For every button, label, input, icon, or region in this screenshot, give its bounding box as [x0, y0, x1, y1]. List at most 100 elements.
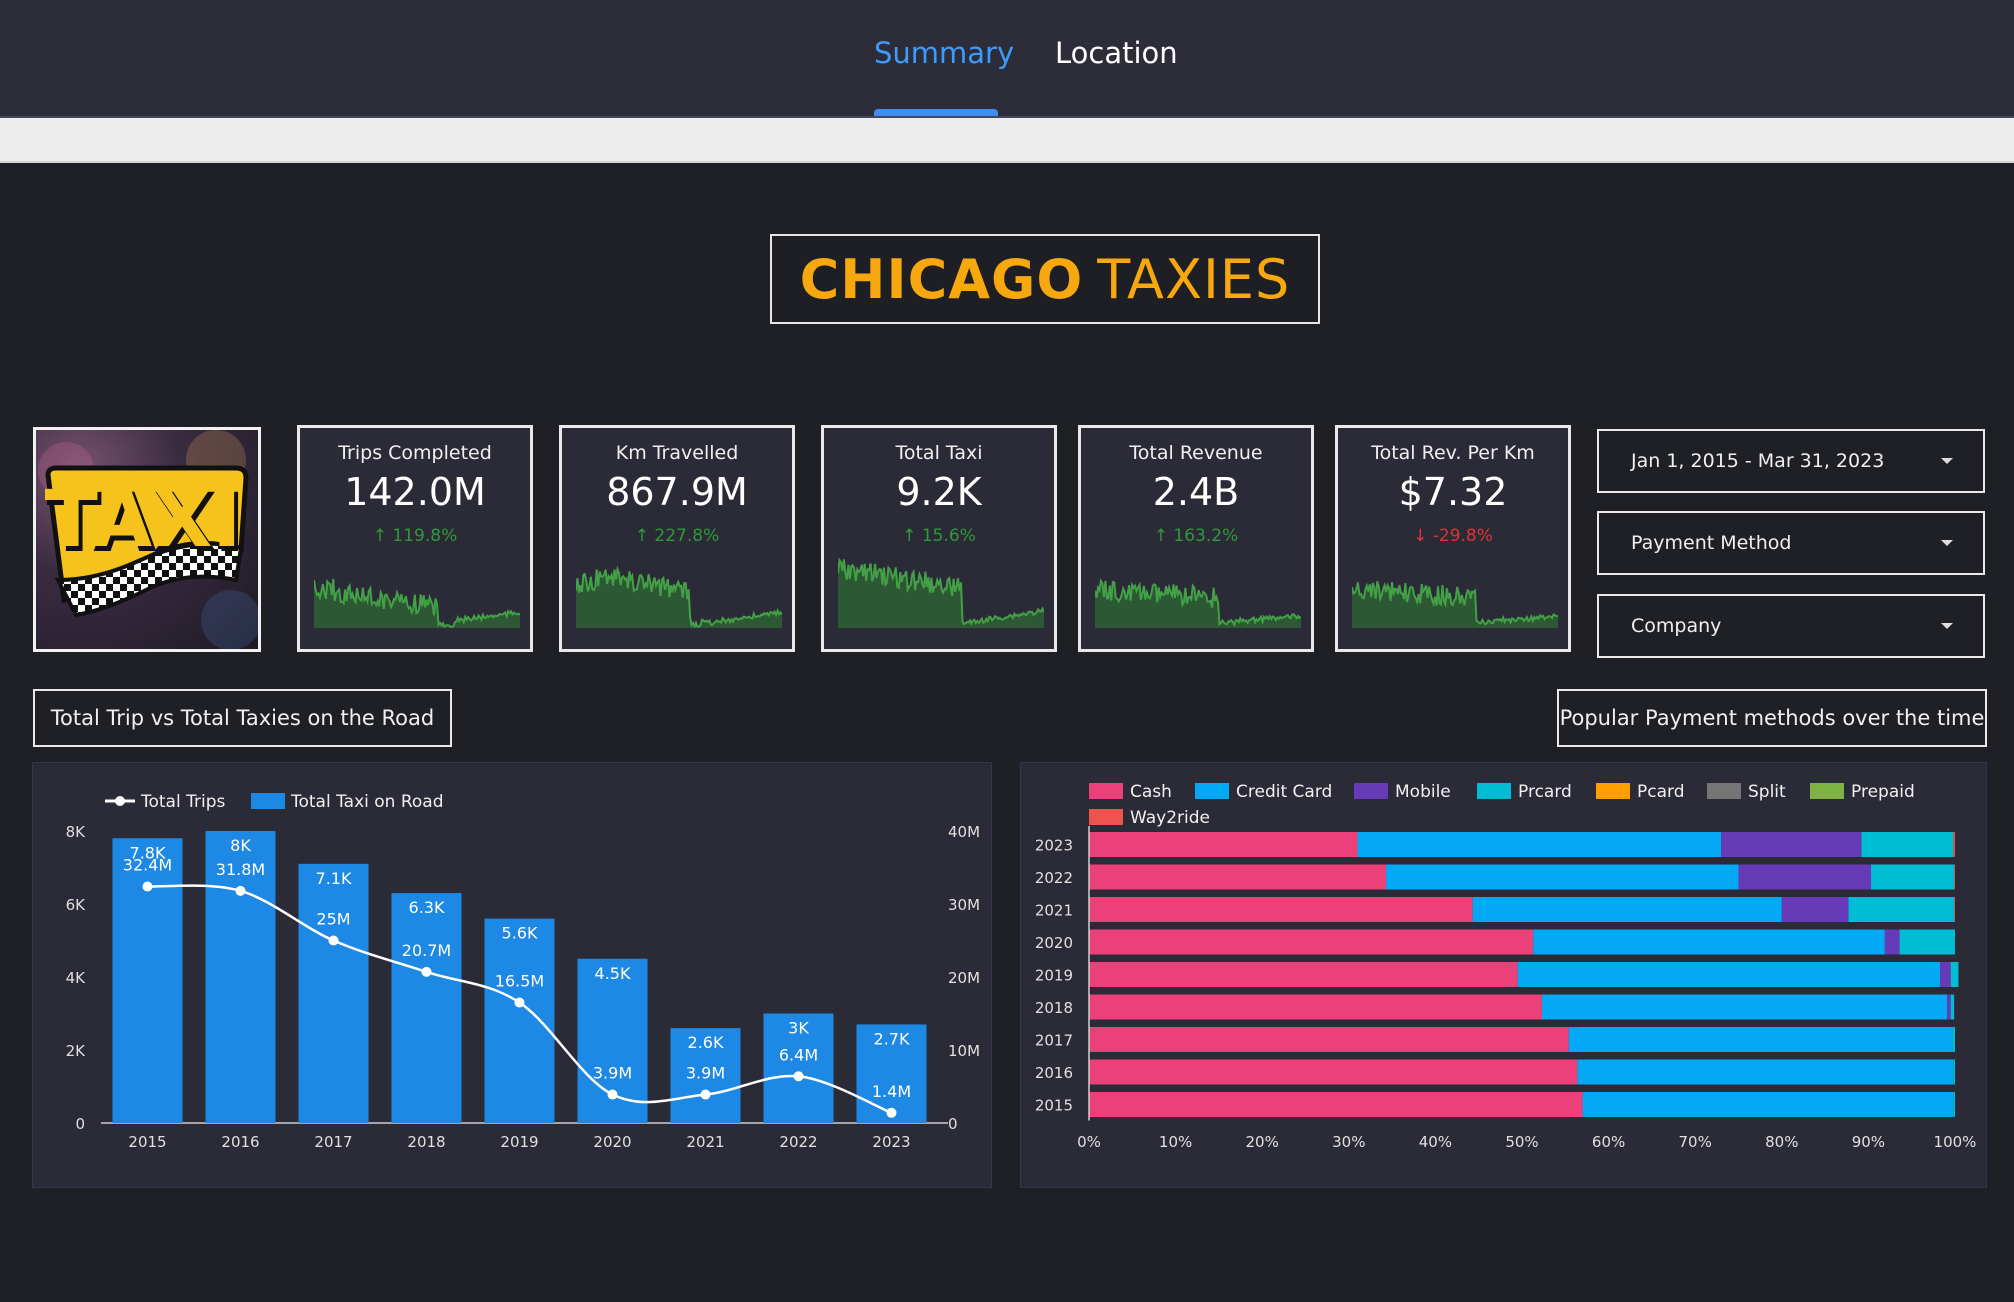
tab-summary[interactable]: Summary — [874, 30, 1014, 76]
x-tick-label: 40% — [1419, 1133, 1452, 1151]
segment-credit card-2016 — [1577, 1059, 1954, 1085]
y-left-tick-label: 2K — [66, 1042, 87, 1060]
kpi-sparkline — [314, 578, 520, 628]
kpi-change: ↓ -29.8% — [1413, 526, 1493, 546]
kpi-change: ↑ 15.6% — [902, 526, 976, 546]
kpi-value: 867.9M — [606, 470, 748, 514]
y-right-tick-label: 10M — [948, 1042, 980, 1060]
kpi-total-revenue: Total Revenue 2.4B ↑ 163.2% — [1078, 425, 1314, 652]
y-right-tick-label: 40M — [948, 823, 980, 841]
left-chart-title: Total Trip vs Total Taxies on the Road — [33, 689, 452, 747]
segment-prcard-2015 — [1953, 1092, 1955, 1117]
company-dropdown[interactable]: Company — [1597, 594, 1985, 658]
kpi-sparkline — [576, 565, 782, 628]
segment-way2ride-2023 — [1953, 832, 1955, 857]
x-tick-label: 2015 — [128, 1133, 166, 1151]
y-left-tick-label: 0 — [75, 1115, 85, 1133]
arrow-up-icon: ↑ — [634, 526, 655, 546]
legend-swatch-mobile — [1354, 783, 1388, 799]
y-tick-label: 2021 — [1035, 902, 1073, 920]
y-tick-label: 2020 — [1035, 934, 1073, 952]
segment-cash-2020 — [1089, 929, 1534, 955]
line-data-label: 6.4M — [779, 1045, 818, 1064]
line-data-label: 25M — [316, 910, 350, 929]
segment-mobile-2019 — [1940, 962, 1951, 987]
y-left-tick-label: 8K — [66, 823, 87, 841]
segment-prcard-2021 — [1848, 897, 1955, 922]
x-tick-label: 50% — [1505, 1133, 1538, 1151]
x-tick-label: 60% — [1592, 1133, 1625, 1151]
legend-label-pcard: Pcard — [1637, 782, 1685, 802]
segment-way2ride-2022 — [1954, 864, 1955, 890]
kpi-trips-completed: Trips Completed 142.0M ↑ 119.8% — [297, 425, 533, 652]
line-data-label: 3.9M — [593, 1064, 632, 1083]
kpi-total-taxi: Total Taxi 9.2K ↑ 15.6% — [821, 425, 1057, 652]
x-tick-label: 2016 — [221, 1133, 259, 1151]
segment-cash-2021 — [1089, 897, 1473, 922]
tab-location[interactable]: Location — [1055, 30, 1178, 76]
toolbar-strip — [0, 118, 2014, 163]
kpi-change: ↑ 227.8% — [634, 526, 720, 546]
kpi-sparkline — [838, 558, 1044, 628]
segment-credit card-2022 — [1386, 864, 1739, 890]
line-point-2020 — [607, 1089, 618, 1100]
segment-prcard-2016 — [1953, 1059, 1955, 1085]
sparkline-area — [314, 579, 520, 628]
kpi-value: 9.2K — [896, 470, 982, 514]
segment-mobile-2020 — [1884, 929, 1900, 955]
trips-vs-taxis-chart-panel: Total Trips Total Taxi on Road 0 2K 4K 6K 8K 0 1… — [32, 762, 992, 1188]
line-data-label: 32.4M — [123, 855, 172, 874]
bar-taxis-2019 — [484, 918, 555, 1123]
legend-swatch-pcard — [1596, 783, 1630, 799]
date-range-value: Jan 1, 2015 - Mar 31, 2023 — [1631, 450, 1885, 472]
y-tick-label: 2015 — [1035, 1097, 1073, 1115]
segment-cash-2016 — [1089, 1059, 1578, 1085]
legend-label-split: Split — [1748, 782, 1786, 802]
date-range-dropdown[interactable]: Jan 1, 2015 - Mar 31, 2023 — [1597, 429, 1985, 493]
legend-swatch-split — [1707, 783, 1741, 799]
x-tick-label: 90% — [1852, 1133, 1885, 1151]
line-point-2021 — [700, 1089, 711, 1100]
legend-swatch-cash — [1089, 783, 1123, 799]
kpi-rev-per-km: Total Rev. Per Km $7.32 ↓ -29.8% — [1335, 425, 1571, 652]
title-part-2: TAXIES — [1097, 247, 1291, 311]
kpi-change: ↑ 163.2% — [1153, 526, 1239, 546]
segment-way2ride-2021 — [1954, 897, 1955, 922]
arrow-down-icon: ↓ — [1413, 526, 1433, 546]
x-tick-label: 30% — [1332, 1133, 1365, 1151]
segment-prcard-2020 — [1899, 929, 1955, 955]
active-tab-indicator — [874, 109, 998, 116]
kpi-value: 142.0M — [344, 470, 486, 514]
line-data-label: 20.7M — [402, 941, 451, 960]
y-tick-label: 2016 — [1035, 1064, 1073, 1082]
line-data-label: 16.5M — [495, 972, 544, 991]
segment-mobile-2018 — [1947, 994, 1951, 1020]
segment-cash-2017 — [1089, 1027, 1569, 1052]
segment-prcard-2023 — [1861, 832, 1954, 857]
y-right-tick-label: 0 — [948, 1115, 958, 1133]
bar-taxis-2017 — [298, 863, 369, 1123]
title-part-1: CHICAGO — [799, 247, 1084, 311]
line-point-2022 — [793, 1071, 804, 1082]
payment-method-dropdown[interactable]: Payment Method — [1597, 511, 1985, 575]
bar-data-label: 2.7K — [874, 1029, 910, 1048]
x-tick-label: 2023 — [872, 1133, 910, 1151]
line-point-2016 — [235, 885, 246, 896]
kpi-km-travelled: Km Travelled 867.9M ↑ 227.8% — [559, 425, 795, 652]
segment-cash-2022 — [1089, 864, 1387, 890]
segment-mobile-2021 — [1781, 897, 1849, 922]
taxi-logo-icon: TAXI TAXI — [38, 430, 258, 649]
bar-data-label: 6.3K — [409, 898, 445, 917]
x-tick-label: 2020 — [593, 1133, 631, 1151]
line-point-2017 — [328, 935, 339, 946]
legend-swatch-prcard — [1477, 783, 1511, 799]
company-value: Company — [1631, 615, 1722, 637]
y-tick-label: 2018 — [1035, 999, 1073, 1017]
bar-taxis-2015 — [112, 838, 183, 1123]
kpi-label: Total Revenue — [1129, 442, 1263, 464]
legend-label-prepaid: Prepaid — [1851, 782, 1915, 802]
y-left-tick-label: 4K — [66, 969, 87, 987]
kpi-sparkline — [1095, 578, 1301, 628]
y-tick-label: 2023 — [1035, 837, 1073, 855]
x-tick-label: 0% — [1077, 1133, 1101, 1151]
